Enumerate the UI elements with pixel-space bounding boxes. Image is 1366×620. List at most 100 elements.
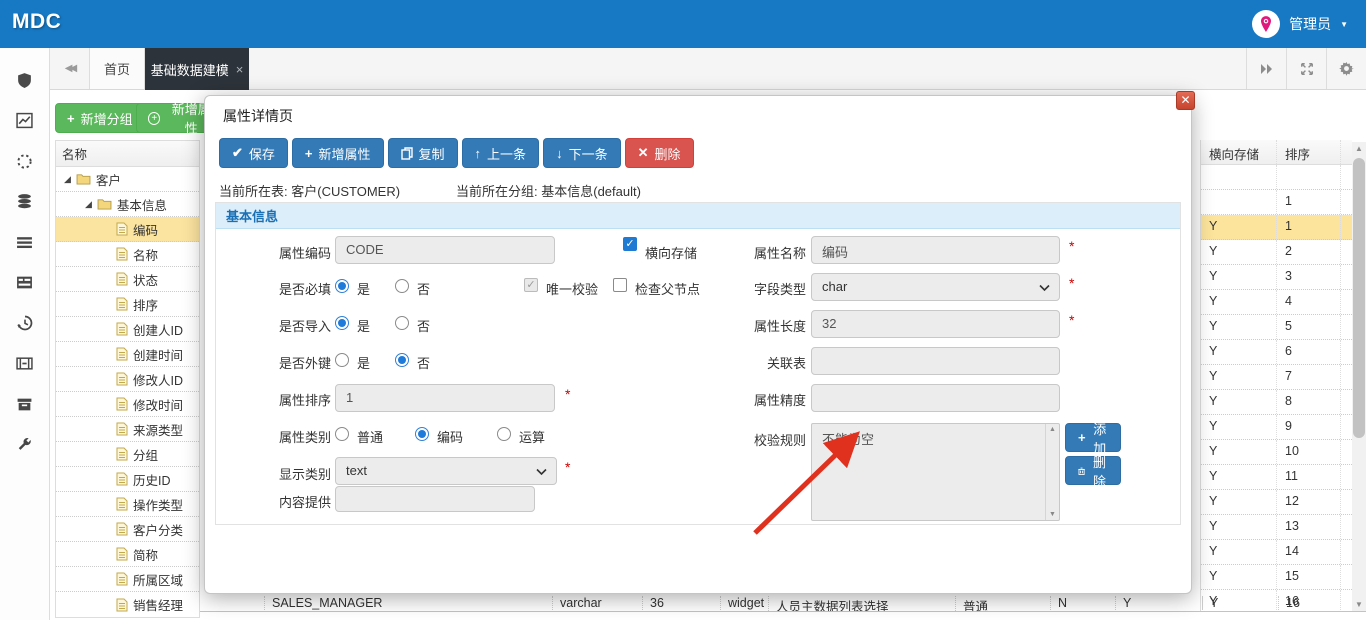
table-row[interactable]: Y 10	[1201, 440, 1352, 465]
importable-yes-radio[interactable]	[335, 316, 349, 330]
category-normal-radio[interactable]	[335, 427, 349, 441]
attr-length-input[interactable]: 32	[811, 310, 1060, 338]
scroll-up-icon[interactable]: ▲	[1046, 426, 1059, 433]
tab-close-icon[interactable]: ×	[236, 63, 244, 76]
table-row[interactable]: Y7	[1201, 365, 1352, 390]
add-group-button[interactable]: + 新增分组	[55, 103, 145, 133]
avatar[interactable]	[1252, 10, 1281, 38]
tab-home[interactable]: 首页	[90, 48, 145, 89]
sidebar-item-shield[interactable]	[5, 60, 45, 101]
table-row[interactable]: Y5	[1201, 315, 1352, 340]
foreign-key-no-radio[interactable]	[395, 353, 409, 367]
validation-rules-listbox[interactable]: 不能为空 ▲ ▼	[811, 423, 1060, 521]
listbox-scrollbar[interactable]: ▲ ▼	[1045, 424, 1059, 520]
sidebar-item-media[interactable]	[5, 344, 45, 385]
table-row[interactable]	[1201, 165, 1352, 190]
tab-basic-data-modeling[interactable]: 基础数据建模 ×	[145, 48, 249, 90]
save-button[interactable]: ✔ 保存	[219, 138, 288, 168]
remove-rule-button[interactable]: 删除	[1065, 455, 1121, 489]
attr-code-input[interactable]: CODE	[335, 236, 555, 264]
tree-item-short-name[interactable]: 简称	[56, 542, 199, 567]
grid-vertical-scrollbar[interactable]: ▲ ▼	[1352, 142, 1366, 612]
table-row[interactable]: Y 12	[1201, 490, 1352, 515]
validation-rule-item[interactable]: 不能为空	[812, 424, 1059, 448]
check-parent-checkbox[interactable]	[613, 278, 627, 292]
category-code-radio[interactable]	[415, 427, 429, 441]
content-provider-label: 内容提供	[278, 495, 331, 510]
tree-item-code[interactable]: 编码	[56, 217, 199, 242]
tabs-scroll-right-button[interactable]	[1246, 48, 1286, 89]
attr-sort-input[interactable]: 1	[335, 384, 555, 412]
field-type-select[interactable]: char	[811, 273, 1060, 301]
table-row-selected[interactable]: Y1	[1201, 215, 1352, 240]
sidebar-item-history[interactable]	[5, 303, 45, 344]
table-row[interactable]: Y 14	[1201, 540, 1352, 565]
tree-item-status[interactable]: 状态	[56, 267, 199, 292]
table-row[interactable]: Y2	[1201, 240, 1352, 265]
tree-item-history-id[interactable]: 历史ID	[56, 467, 199, 492]
related-table-input[interactable]	[811, 347, 1060, 375]
scrollbar-thumb[interactable]	[1353, 158, 1365, 438]
add-attribute-button[interactable]: + 新增属性	[291, 138, 384, 168]
sidebar-item-process[interactable]	[5, 141, 45, 182]
column-header-horizontal-storage[interactable]: 横向存储	[1201, 140, 1277, 164]
unique-check-checkbox[interactable]: ✓	[524, 278, 538, 292]
tree-item-modifier-id[interactable]: 修改人ID	[56, 367, 199, 392]
table-row[interactable]: Y9	[1201, 415, 1352, 440]
category-compute-radio[interactable]	[497, 427, 511, 441]
scroll-down-icon[interactable]: ▼	[1046, 511, 1059, 518]
tree-item-sort[interactable]: 排序	[56, 292, 199, 317]
tabs-scroll-left-button[interactable]: ◀◀	[50, 48, 90, 89]
sidebar-item-archive[interactable]	[5, 384, 45, 425]
tree-item-creator-id[interactable]: 创建人ID	[56, 317, 199, 342]
sidebar-item-tools[interactable]	[5, 425, 45, 466]
table-row[interactable]: Y6	[1201, 340, 1352, 365]
table-row[interactable]: Y3	[1201, 265, 1352, 290]
column-header-sort[interactable]: 排序	[1277, 140, 1341, 164]
tree-item-basic-info[interactable]: ◢ 基本信息	[56, 192, 199, 217]
display-type-select[interactable]: text	[335, 457, 557, 485]
sidebar-item-detail-list[interactable]	[5, 263, 45, 304]
tree-item-create-time[interactable]: 创建时间	[56, 342, 199, 367]
fullscreen-button[interactable]	[1286, 48, 1326, 89]
table-row[interactable]: Y 11	[1201, 465, 1352, 490]
tree-item-group[interactable]: 分组	[56, 442, 199, 467]
table-row[interactable]: Y 15	[1201, 565, 1352, 590]
previous-record-button[interactable]: ↑ 上一条	[461, 138, 540, 168]
content-provider-input[interactable]	[335, 486, 535, 512]
table-row[interactable]: Y 13	[1201, 515, 1352, 540]
dialog-close-button[interactable]: ✕	[1176, 91, 1195, 110]
table-row[interactable]: Y8	[1201, 390, 1352, 415]
table-row[interactable]: 1	[1201, 190, 1352, 215]
tree-item-region[interactable]: 所属区域	[56, 567, 199, 592]
horizontal-storage-checkbox[interactable]: ✓	[623, 237, 637, 251]
tree-item-source-type[interactable]: 来源类型	[56, 417, 199, 442]
scroll-up-icon[interactable]: ▲	[1352, 142, 1366, 156]
importable-no-radio[interactable]	[395, 316, 409, 330]
foreign-key-yes-radio[interactable]	[335, 353, 349, 367]
attr-precision-input[interactable]	[811, 384, 1060, 412]
sidebar-item-list[interactable]	[5, 222, 45, 263]
next-record-button[interactable]: ↓ 下一条	[543, 138, 621, 168]
history-icon	[16, 315, 32, 331]
grid-row-sales-manager[interactable]: SALES_MANAGER varchar 36 widget 人员主数据列表选…	[200, 595, 1366, 612]
add-rule-button[interactable]: + 添加	[1065, 422, 1121, 456]
settings-button[interactable]	[1326, 48, 1366, 89]
delete-button[interactable]: ✕ 删除	[624, 138, 694, 168]
tree-item-customer[interactable]: ◢ 客户	[56, 167, 199, 192]
tree-item-name[interactable]: 名称	[56, 242, 199, 267]
table-row[interactable]: Y4	[1201, 290, 1352, 315]
tree-expand-icon[interactable]: ◢	[64, 174, 71, 185]
tree-expand-icon[interactable]: ◢	[85, 199, 92, 210]
attr-name-input[interactable]: 编码	[811, 236, 1060, 264]
tree-item-customer-category[interactable]: 客户分类	[56, 517, 199, 542]
tree-item-modify-time[interactable]: 修改时间	[56, 392, 199, 417]
tree-item-sales-manager[interactable]: 销售经理	[56, 592, 199, 617]
required-no-radio[interactable]	[395, 279, 409, 293]
tree-item-operation-type[interactable]: 操作类型	[56, 492, 199, 517]
copy-button[interactable]: 复制	[387, 138, 458, 168]
required-yes-radio[interactable]	[335, 279, 349, 293]
sidebar-item-database[interactable]	[5, 182, 45, 223]
user-menu[interactable]: 管理员 ▼	[1252, 9, 1348, 39]
sidebar-item-analytics[interactable]	[5, 101, 45, 142]
